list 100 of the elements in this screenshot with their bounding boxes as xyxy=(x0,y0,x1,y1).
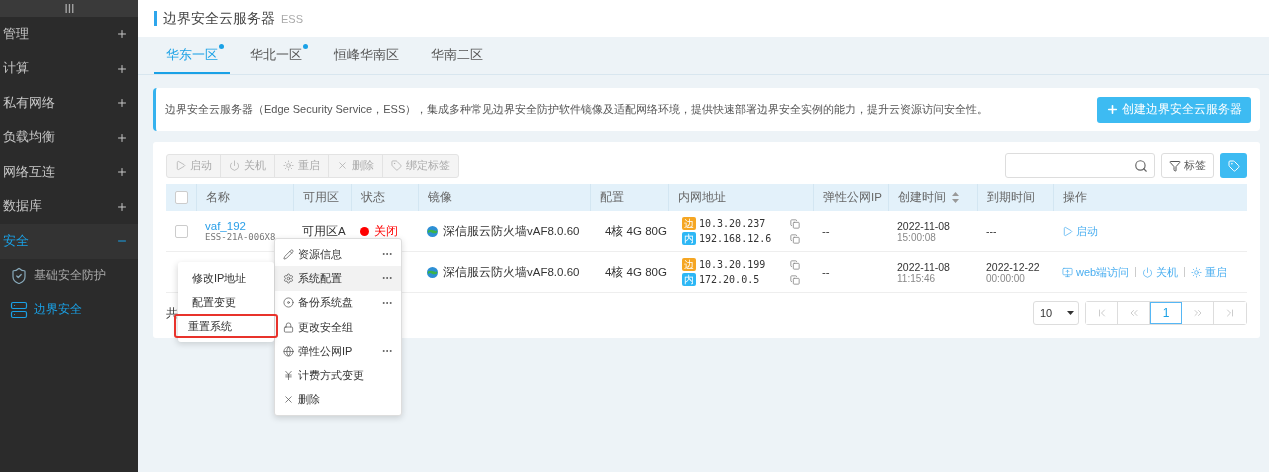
menu-item[interactable]: 弹性公网IP xyxy=(275,339,401,364)
image-name: 深信服云防火墙vAF8.0.60 xyxy=(443,223,580,239)
instance-id: ESS-21A-006X8 xyxy=(205,232,277,242)
copy-icon[interactable] xyxy=(790,259,800,270)
page-subtitle: ESS xyxy=(281,12,303,25)
column-header: 内网地址 xyxy=(678,190,726,205)
sidebar-item[interactable]: 负载均衡 xyxy=(0,120,138,155)
expire-date: 2022-12-22 xyxy=(986,260,1041,273)
page-title: 边界安全云服务器 xyxy=(163,9,275,28)
created-time: 15:00:08 xyxy=(897,231,937,243)
row-checkbox[interactable] xyxy=(174,224,188,238)
menu-item[interactable]: 备份系统盘 xyxy=(275,290,401,315)
ip-address: 10.3.20.237 xyxy=(699,218,767,229)
column-header: 弹性公网IP xyxy=(823,190,882,205)
ip-address: 172.20.0.5 xyxy=(699,274,761,285)
region-tab[interactable]: 恒峰华南区 xyxy=(322,47,411,74)
sidebar-subitem[interactable]: 基础安全防护 xyxy=(0,258,138,293)
submenu-item[interactable]: 修改IP地址 xyxy=(178,266,274,290)
created-date: 2022-11-08 xyxy=(897,260,951,273)
menu-item[interactable]: 删除 xyxy=(275,387,401,413)
sidebar-item[interactable]: 网络互连 xyxy=(0,155,138,190)
lock-icon xyxy=(283,321,294,333)
power-icon xyxy=(1142,266,1154,278)
submenu-item[interactable]: 配置变更 xyxy=(178,290,274,314)
config-text: 4核 4G 80G xyxy=(604,223,668,239)
play-icon xyxy=(1062,225,1073,237)
play-icon xyxy=(175,160,186,171)
select-all-checkbox[interactable] xyxy=(174,191,188,204)
ip-type-tag: 边 xyxy=(682,217,696,230)
globe-icon xyxy=(427,225,438,237)
gear-icon xyxy=(283,272,294,284)
tag-filter-button[interactable]: 标签 xyxy=(1161,153,1214,178)
filter-icon xyxy=(1169,159,1181,172)
column-header: 名称 xyxy=(206,190,230,205)
copy-icon[interactable] xyxy=(790,218,800,229)
ip-type-tag: 内 xyxy=(682,273,696,286)
search-field[interactable] xyxy=(1005,153,1155,178)
region-tab[interactable]: 华南二区 xyxy=(419,47,495,74)
ip-address: 192.168.12.6 xyxy=(699,233,773,244)
expire-date: --- xyxy=(986,225,998,237)
last-page-icon xyxy=(1224,307,1236,319)
shield-check-icon xyxy=(10,266,28,285)
eip-text: -- xyxy=(822,266,831,278)
expand-icon xyxy=(116,200,128,213)
search-icon xyxy=(1134,158,1148,173)
sidebar-item[interactable]: 数据库 xyxy=(0,189,138,224)
grip-icon[interactable] xyxy=(64,4,74,13)
config-text: 4核 4G 80G xyxy=(604,264,668,280)
yen-icon xyxy=(283,370,294,382)
created-time: 11:15:46 xyxy=(897,272,937,284)
expand-icon xyxy=(116,28,128,41)
menu-item[interactable]: 更改安全组 xyxy=(275,314,401,340)
menu-item[interactable]: 计费方式变更 xyxy=(275,363,401,388)
expand-icon xyxy=(116,131,128,144)
column-header: 配置 xyxy=(600,190,624,205)
copy-icon[interactable] xyxy=(790,233,800,244)
close-icon xyxy=(283,394,294,406)
expand-icon xyxy=(116,97,128,110)
ip-type-tag: 边 xyxy=(682,258,696,271)
region-tab[interactable]: 华北一区 xyxy=(238,47,314,74)
expand-icon xyxy=(116,62,128,75)
tag-icon xyxy=(391,160,402,171)
banner-text: 边界安全云服务器（Edge Security Service，ESS），集成多种常见边界安全防护软件镜像及适配网络环境，提供快速部署边界安全实例的能力，提升云资源访问安全性。 xyxy=(165,102,989,117)
power-icon xyxy=(229,160,240,171)
page-size-select[interactable]: 10 xyxy=(1033,301,1079,325)
created-date: 2022-11-08 xyxy=(897,219,951,232)
sun-icon xyxy=(283,160,294,171)
eip-text: -- xyxy=(822,225,831,237)
column-header: 操作 xyxy=(1063,190,1087,205)
caret-icon xyxy=(1067,311,1074,315)
pencil-icon xyxy=(283,248,294,260)
sidebar-subitem[interactable]: 边界安全 xyxy=(0,292,138,327)
double-right-icon xyxy=(1191,307,1204,319)
sidebar-item[interactable]: 计算 xyxy=(0,51,138,86)
submenu-item[interactable]: 重置系统 xyxy=(174,314,278,338)
first-page-button[interactable] xyxy=(1086,302,1118,324)
zone-text: 可用区A xyxy=(302,223,347,239)
column-header: 可用区 xyxy=(303,190,339,205)
image-name: 深信服云防火墙vAF8.0.60 xyxy=(443,264,580,280)
expire-time: 00:00:00 xyxy=(986,272,1026,284)
sidebar-item[interactable]: 安全 xyxy=(0,224,138,259)
column-header: 状态 xyxy=(361,190,385,205)
sidebar-subitem-label: 边界安全 xyxy=(34,301,82,318)
ip-type-tag: 内 xyxy=(682,232,696,245)
plus-icon xyxy=(1106,103,1119,116)
column-header: 镜像 xyxy=(428,190,452,205)
sidebar-item[interactable]: 私有网络 xyxy=(0,86,138,121)
column-header: 到期时间 xyxy=(987,190,1035,205)
sort-icon[interactable] xyxy=(952,192,959,203)
globe-icon xyxy=(283,345,294,357)
globe-icon xyxy=(427,266,438,278)
ip-address: 10.3.20.199 xyxy=(699,259,767,270)
sun-icon xyxy=(1191,266,1203,278)
menu-item[interactable]: 系统配置 xyxy=(275,266,401,291)
monitor-icon xyxy=(1062,266,1073,278)
sidebar-subitem-label: 基础安全防护 xyxy=(34,267,106,284)
tag-button[interactable] xyxy=(1220,153,1247,178)
sidebar-item[interactable]: 管理 xyxy=(0,17,138,52)
copy-icon[interactable] xyxy=(790,274,800,285)
menu-item[interactable]: 资源信息 xyxy=(275,242,401,267)
